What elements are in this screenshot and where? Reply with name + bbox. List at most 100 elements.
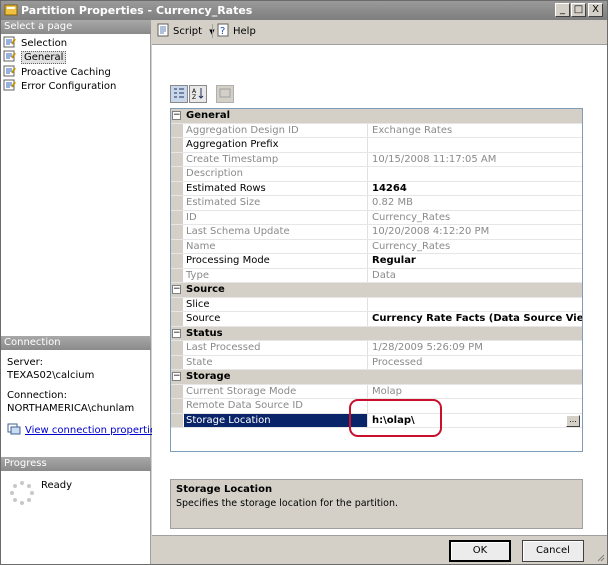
nav-item-proactive-caching[interactable]: Proactive Caching: [3, 65, 149, 79]
row-gutter: [171, 399, 183, 413]
category-row[interactable]: − Status: [171, 326, 582, 341]
maximize-button[interactable]: □: [571, 3, 586, 17]
property-name: Source: [184, 312, 368, 326]
property-name: Create Timestamp: [184, 152, 368, 166]
cancel-button[interactable]: Cancel: [522, 540, 584, 562]
toolbar-separator: [212, 24, 213, 38]
collapse-icon[interactable]: −: [172, 111, 181, 120]
property-pages-icon: [219, 88, 231, 98]
property-value[interactable]: Currency Rate Facts (Data Source View Ta: [369, 312, 582, 326]
alphabetical-button[interactable]: AZ: [189, 85, 207, 103]
row-gutter: [171, 297, 183, 311]
property-name: Slice: [184, 297, 368, 311]
view-connection-properties[interactable]: View connection properties: [7, 423, 161, 436]
collapse-icon[interactable]: −: [172, 285, 181, 294]
property-pages-button[interactable]: [216, 85, 234, 103]
property-row[interactable]: Type Data: [171, 268, 582, 283]
row-gutter: [171, 138, 183, 152]
property-value[interactable]: Molap: [369, 385, 582, 399]
ok-button[interactable]: OK: [449, 540, 511, 562]
property-value[interactable]: Regular: [369, 254, 582, 268]
categorized-button[interactable]: [170, 85, 188, 103]
row-gutter: [171, 181, 183, 195]
property-row[interactable]: State Processed: [171, 355, 582, 370]
resize-grip-icon[interactable]: [595, 552, 605, 562]
property-row[interactable]: Slice: [171, 297, 582, 312]
script-button[interactable]: Script ▼: [156, 23, 215, 39]
minimize-button[interactable]: _: [555, 3, 570, 17]
category-row[interactable]: − Source: [171, 283, 582, 298]
property-row[interactable]: Name Currency_Rates: [171, 239, 582, 254]
category-row[interactable]: − Storage: [171, 370, 582, 385]
property-row[interactable]: Estimated Rows 14264: [171, 181, 582, 196]
view-connection-properties-link[interactable]: View connection properties: [25, 425, 161, 436]
content-panel: AZ − General Aggregation Design ID Exchange…: [152, 44, 607, 535]
property-name: Estimated Rows: [184, 181, 368, 195]
property-value[interactable]: 0.82 MB: [369, 196, 582, 210]
browse-button[interactable]: ...: [566, 414, 580, 427]
select-page-header: Select a page: [1, 20, 151, 34]
property-value[interactable]: Data: [369, 269, 582, 283]
property-name: Last Processed: [184, 341, 368, 355]
property-value[interactable]: Currency_Rates: [369, 211, 582, 225]
row-gutter: [171, 312, 183, 326]
property-row[interactable]: Last Schema Update 10/20/2008 4:12:20 PM: [171, 225, 582, 240]
property-row[interactable]: Storage Location h:\olap\...: [171, 413, 582, 428]
row-gutter: [171, 210, 183, 224]
property-value[interactable]: 10/15/2008 11:17:05 AM: [369, 153, 582, 167]
row-gutter: [171, 123, 183, 137]
svg-text:Z: Z: [192, 94, 196, 100]
row-gutter: −: [171, 283, 183, 297]
property-row[interactable]: Create Timestamp 10/15/2008 11:17:05 AM: [171, 152, 582, 167]
row-gutter: [171, 167, 183, 181]
property-row[interactable]: Aggregation Prefix: [171, 138, 582, 153]
partition-properties-window: Partition Properties - Currency_Rates _ …: [0, 0, 608, 565]
row-gutter: −: [171, 370, 183, 384]
property-value[interactable]: Currency_Rates: [369, 240, 582, 254]
nav-item-label: Proactive Caching: [21, 67, 111, 78]
property-row[interactable]: ID Currency_Rates: [171, 210, 582, 225]
help-button[interactable]: ? Help: [216, 23, 256, 39]
nav-item-label: Error Configuration: [21, 81, 117, 92]
property-value[interactable]: h:\olap\: [369, 414, 582, 428]
property-name: Aggregation Design ID: [184, 123, 368, 137]
property-row[interactable]: Aggregation Design ID Exchange Rates: [171, 123, 582, 138]
property-value[interactable]: [369, 167, 582, 181]
page-icon: [3, 36, 16, 48]
close-button[interactable]: X: [588, 3, 603, 17]
collapse-icon[interactable]: −: [172, 372, 181, 381]
row-gutter: [171, 254, 183, 268]
alphabetical-icon: AZ: [192, 88, 204, 101]
property-value[interactable]: [369, 399, 582, 413]
collapse-icon[interactable]: −: [172, 328, 181, 338]
property-value[interactable]: 14264: [369, 182, 582, 196]
property-row[interactable]: Source Currency Rate Facts (Data Source V…: [171, 312, 582, 327]
property-row[interactable]: Processing Mode Regular: [171, 254, 582, 269]
description-title: Storage Location: [176, 484, 273, 495]
property-name: Estimated Size: [184, 196, 368, 210]
property-value[interactable]: Exchange Rates: [369, 124, 582, 138]
row-gutter: [171, 355, 183, 369]
nav-item-error-configuration[interactable]: Error Configuration: [3, 79, 149, 93]
title-bar[interactable]: Partition Properties - Currency_Rates _ …: [1, 1, 607, 20]
nav-item-general[interactable]: General: [3, 50, 149, 64]
page-icon: [3, 79, 16, 91]
description-text: Specifies the storage location for the p…: [176, 498, 399, 509]
property-name: Last Schema Update: [184, 225, 368, 239]
nav-item-selection[interactable]: Selection: [3, 36, 149, 50]
property-grid[interactable]: − General Aggregation Design ID Exchange Ra…: [170, 108, 583, 452]
property-value[interactable]: [369, 138, 582, 152]
property-value[interactable]: [369, 298, 582, 312]
property-value[interactable]: 1/28/2009 5:26:09 PM: [369, 341, 582, 355]
property-name: Remote Data Source ID: [184, 399, 368, 413]
property-row[interactable]: Description: [171, 167, 582, 182]
property-row[interactable]: Last Processed 1/28/2009 5:26:09 PM: [171, 341, 582, 356]
connection-header: Connection: [1, 336, 151, 350]
property-row[interactable]: Remote Data Source ID: [171, 399, 582, 414]
category-row[interactable]: − General: [171, 109, 582, 124]
property-value[interactable]: 10/20/2008 4:12:20 PM: [369, 225, 582, 239]
property-row[interactable]: Estimated Size 0.82 MB: [171, 196, 582, 211]
property-value[interactable]: Processed: [369, 356, 582, 370]
property-name: Current Storage Mode: [184, 384, 368, 398]
property-row[interactable]: Current Storage Mode Molap: [171, 384, 582, 399]
